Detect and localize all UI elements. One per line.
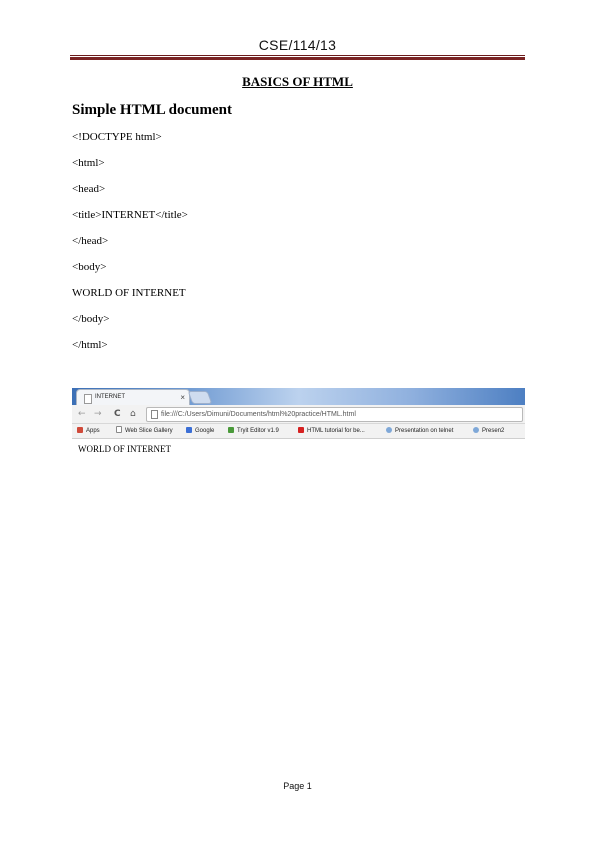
page-number: Page 1	[283, 781, 312, 791]
header-rule-thin	[70, 55, 525, 56]
bookmark-label: Presentation on telnet	[395, 428, 454, 434]
back-icon[interactable]: ←	[78, 408, 86, 420]
bookmark-presen2[interactable]: Presen2	[473, 424, 504, 438]
tab-close-icon[interactable]: ×	[180, 390, 185, 405]
code-line: </html>	[72, 339, 108, 351]
bookmark-label: Tryit Editor v1.9	[237, 428, 279, 434]
document-subheading: Simple HTML document	[72, 102, 233, 118]
browser-screenshot: INTERNET × ← → C ⌂ file:///C:/Users/Dimu…	[72, 388, 525, 460]
browser-tab[interactable]: INTERNET ×	[76, 389, 190, 406]
browser-toolbar: ← → C ⌂ file:///C:/Users/Dimuni/Document…	[72, 405, 525, 424]
apps-icon	[77, 427, 83, 433]
bookmark-google[interactable]: Google	[186, 424, 214, 438]
globe-icon	[473, 427, 479, 433]
bookmark-label: HTML tutorial for be...	[307, 428, 365, 434]
bookmark-label: Google	[195, 428, 215, 434]
forward-icon[interactable]: →	[94, 408, 102, 420]
code-line: </body>	[72, 313, 110, 325]
document-heading: BASICS OF HTML	[242, 74, 353, 89]
code-line: <title>INTERNET</title>	[72, 209, 188, 221]
code-line: </head>	[72, 235, 109, 247]
code-line: <head>	[72, 183, 106, 195]
url-text: file:///C:/Users/Dimuni/Documents/html%2…	[161, 411, 356, 418]
page-icon	[84, 394, 92, 404]
browser-page-text: WORLD OF INTERNET	[78, 444, 171, 454]
browser-tab-bar: INTERNET ×	[72, 388, 525, 406]
home-icon[interactable]: ⌂	[130, 408, 136, 420]
code-line: WORLD OF INTERNET	[72, 287, 186, 299]
bookmark-label: Web Slice Gallery	[125, 428, 173, 434]
google-icon	[186, 427, 192, 433]
globe-icon	[386, 427, 392, 433]
code-line: <body>	[72, 261, 107, 273]
bookmark-tryit-editor[interactable]: Tryit Editor v1.9	[228, 424, 279, 438]
bookmark-web-slice-gallery[interactable]: Web Slice Gallery	[116, 424, 173, 438]
tab-title: INTERNET	[95, 394, 125, 400]
page-icon	[151, 410, 158, 419]
bookmark-html-tutorial[interactable]: HTML tutorial for be...	[298, 424, 365, 438]
code-line: <html>	[72, 157, 105, 169]
page-icon	[116, 426, 122, 433]
bookmark-presentation-telnet[interactable]: Presentation on telnet	[386, 424, 453, 438]
tryit-icon	[228, 427, 234, 433]
header-rule-thick	[70, 57, 525, 60]
bookmarks-bar: Apps Web Slice Gallery Google Tryit Edit…	[72, 424, 525, 439]
bookmark-apps[interactable]: Apps	[77, 424, 100, 438]
page-header-title: CSE/114/13	[258, 37, 337, 53]
bookmark-label: Apps	[86, 428, 100, 434]
address-bar[interactable]: file:///C:/Users/Dimuni/Documents/html%2…	[146, 407, 523, 422]
reload-icon[interactable]: C	[114, 408, 121, 420]
new-tab-button[interactable]	[187, 391, 213, 404]
youtube-icon	[298, 427, 304, 433]
bookmark-label: Presen2	[482, 428, 505, 434]
code-line: <!DOCTYPE html>	[72, 131, 162, 143]
